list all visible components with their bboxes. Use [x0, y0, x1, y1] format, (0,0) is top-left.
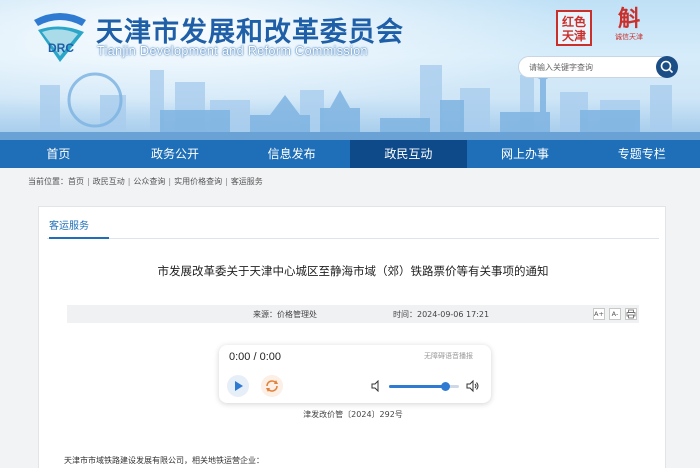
volume-slider-fill: [389, 385, 445, 388]
article-card: 客运服务 市发展改革委关于天津中心城区至静海市域（郊）铁路票价等有关事项的通知 …: [38, 206, 666, 468]
nav-item-home[interactable]: 首页: [0, 140, 117, 168]
logo-text: DRC: [48, 41, 74, 55]
accessibility-voice-hint: 无障碍语音播报: [424, 352, 473, 360]
nav-item-interaction[interactable]: 政民互动: [350, 140, 467, 168]
volume-slider[interactable]: [389, 382, 459, 391]
document-number: 津发改价管〔2024〕292号: [303, 410, 403, 419]
font-increase-button[interactable]: A+: [593, 308, 605, 320]
audio-time: 0:00 / 0:00: [229, 351, 281, 363]
seal-caption: 诚信天津: [615, 33, 643, 41]
breadcrumb-item[interactable]: 首页: [68, 177, 84, 186]
print-icon: [626, 309, 636, 319]
drc-logo: DRC: [34, 13, 86, 63]
article-title: 市发展改革委关于天津中心城区至静海市域（郊）铁路票价等有关事项的通知: [157, 264, 549, 278]
nav-item-info-release[interactable]: 信息发布: [233, 140, 350, 168]
article-source: 来源：价格管理处: [253, 310, 317, 319]
header-banner: DRC 天津市发展和改革委员会 Tianjin Development and …: [0, 0, 700, 140]
main-nav: 首页 政务公开 信息发布 政民互动 网上办事 专题专栏: [0, 140, 700, 168]
red-tianjin-seal[interactable]: 红色天津: [556, 10, 592, 46]
search-icon: [660, 60, 674, 74]
volume-slider-handle[interactable]: [440, 382, 450, 391]
seal-glyph: 斛: [617, 7, 640, 32]
breadcrumb-item[interactable]: 客运服务: [231, 177, 263, 186]
breadcrumb-item[interactable]: 实用价格查询: [174, 177, 222, 186]
nav-item-online-services[interactable]: 网上办事: [467, 140, 584, 168]
search-button[interactable]: [656, 56, 678, 78]
print-button[interactable]: [625, 308, 637, 320]
breadcrumb: 当前位置：首页 | 政民互动 | 公众查询 | 实用价格查询 | 客运服务: [28, 176, 263, 187]
article-time: 时间：2024-09-06 17:21: [393, 310, 490, 319]
breadcrumb-separator: |: [87, 177, 90, 186]
breadcrumb-separator: |: [168, 177, 172, 186]
breadcrumb-item[interactable]: 公众查询: [133, 177, 165, 186]
tab-divider: [47, 238, 659, 239]
credit-tianjin-seal[interactable]: 斛 诚信天津: [612, 8, 646, 48]
breadcrumb-separator: |: [127, 177, 131, 186]
breadcrumb-prefix: 当前位置：: [28, 177, 68, 186]
article-meta-bar: 来源：价格管理处 时间：2024-09-06 17:21 A+ A-: [67, 305, 639, 323]
nav-item-special-topics[interactable]: 专题专栏: [583, 140, 700, 168]
volume-low-icon[interactable]: [371, 380, 383, 392]
play-button[interactable]: [227, 375, 249, 397]
loop-button[interactable]: [261, 375, 283, 397]
search-input[interactable]: [529, 60, 649, 75]
document-addressee: 天津市市域铁路建设发展有限公司，相关地铁运营企业：: [64, 456, 264, 465]
breadcrumb-item[interactable]: 政民互动: [93, 177, 125, 186]
nav-item-gov-affairs[interactable]: 政务公开: [117, 140, 234, 168]
breadcrumb-separator: |: [225, 177, 228, 186]
tab-active-underline: [49, 237, 109, 239]
loop-icon: [266, 380, 278, 392]
play-icon: [235, 381, 243, 391]
font-decrease-button[interactable]: A-: [609, 308, 621, 320]
audio-player: 0:00 / 0:00 无障碍语音播报: [219, 345, 491, 403]
site-subtitle: Tianjin Development and Reform Commissio…: [97, 44, 368, 58]
volume-high-icon[interactable]: [466, 379, 480, 393]
search-box: [518, 56, 678, 78]
